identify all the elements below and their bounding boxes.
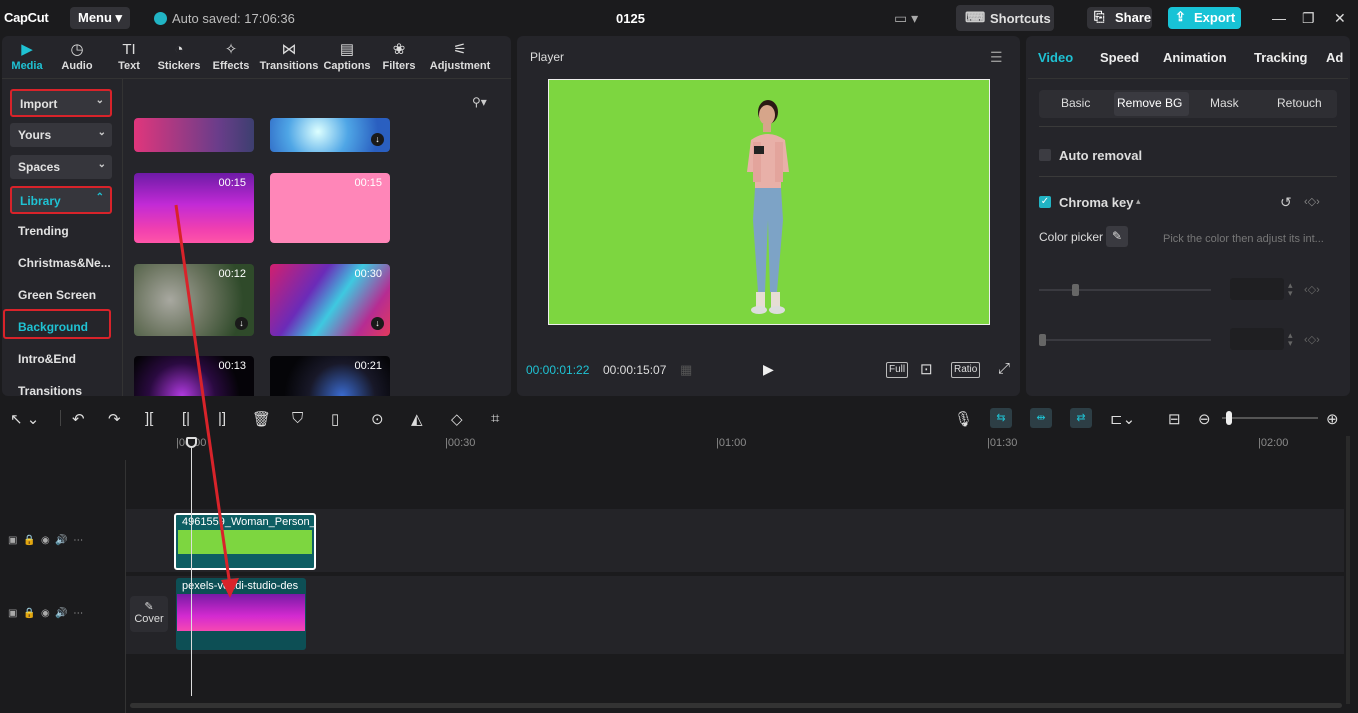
annotation-arrow — [174, 204, 239, 598]
